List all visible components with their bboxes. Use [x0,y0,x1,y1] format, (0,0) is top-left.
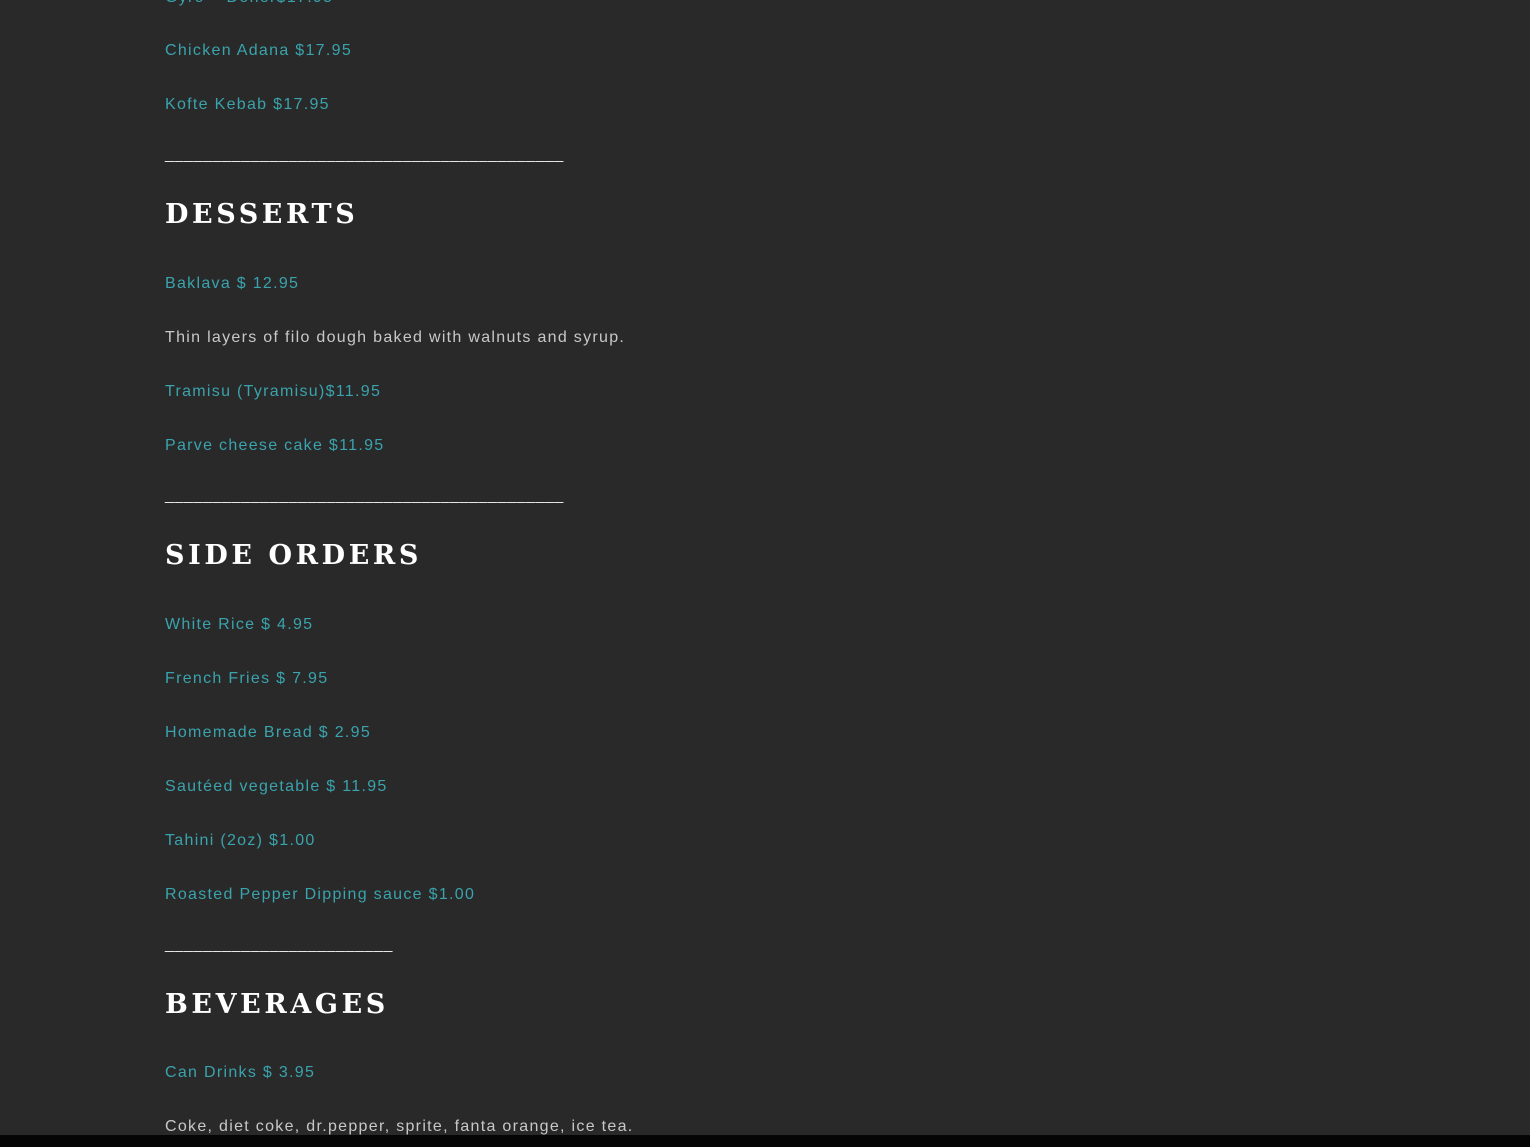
section-heading-side-orders: SIDE ORDERS [165,540,423,571]
menu-item-gyro: Gyro – Doner$17.95 [165,0,333,8]
menu-item-roasted-pepper-sauce: Roasted Pepper Dipping sauce $1.00 [165,886,476,903]
menu-item-description: Thin layers of filo dough baked with wal… [165,329,626,346]
menu-item-can-drinks: Can Drinks $ 3.95 [165,1064,316,1081]
menu-item-parve-cheesecake: Parve cheese cake $11.95 [165,437,385,454]
bottom-bar [0,1135,1530,1147]
menu-item-white-rice: White Rice $ 4.95 [165,616,314,633]
section-heading-beverages: BEVERAGES [165,989,389,1020]
menu-item-baklava: Baklava $ 12.95 [165,275,300,292]
menu-item-french-fries: French Fries $ 7.95 [165,670,329,687]
menu-item-description: Coke, diet coke, dr.pepper, sprite, fant… [165,1118,634,1135]
menu-item-sauteed-vegetable: Sautéed vegetable $ 11.95 [165,778,388,795]
menu-item-homemade-bread: Homemade Bread $ 2.95 [165,724,372,741]
menu-item-tiramisu: Tramisu (Tyramisu)$11.95 [165,383,382,400]
menu-item-chicken-adana: Chicken Adana $17.95 [165,42,353,59]
menu-item-kofte-kebab: Kofte Kebab $17.95 [165,96,330,113]
section-divider: ________________________________________… [165,146,564,163]
menu-item-tahini: Tahini (2oz) $1.00 [165,832,316,849]
section-heading-desserts: DESSERTS [165,199,359,230]
section-divider: ________________________________________… [165,487,564,504]
section-divider: ________________________ [165,936,393,953]
